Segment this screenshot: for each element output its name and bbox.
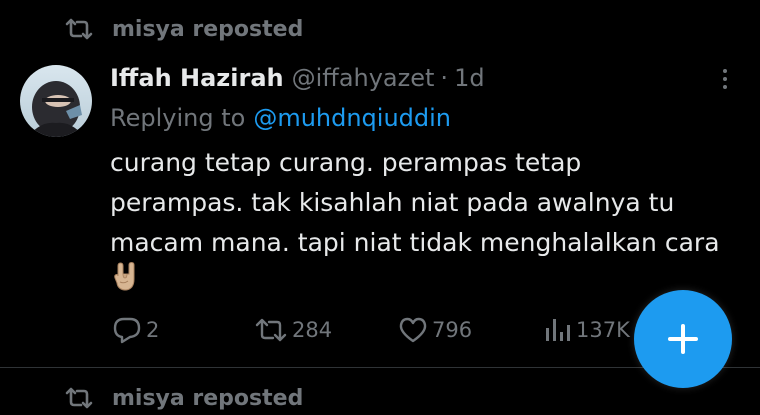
repost-header-text[interactable]: misya reposted [112, 17, 303, 42]
plus-icon [668, 324, 698, 354]
tweet-text-line: macam mana. tapi niat tidak menghalalkan… [110, 228, 720, 257]
repost-count: 284 [292, 318, 333, 342]
analytics-icon [546, 319, 570, 341]
repost-icon [255, 318, 287, 342]
replying-to-label: Replying to [110, 104, 246, 132]
tweet-text: curang tetap curang. perampas tetap pera… [110, 143, 730, 263]
tweet-header: Iffah Hazirah @iffahyazet · 1d [110, 60, 485, 96]
avatar[interactable] [20, 65, 92, 137]
heart-icon [399, 317, 427, 343]
repost-icon [64, 387, 94, 409]
display-name[interactable]: Iffah Hazirah [110, 64, 284, 92]
repost-header-top: misya reposted [64, 14, 303, 44]
user-handle[interactable]: @iffahyazet [292, 64, 435, 92]
tweet-text-line: perampas. tak kisahlah niat pada awalnya… [110, 188, 675, 217]
repost-icon [64, 18, 94, 40]
repost-header-text[interactable]: misya reposted [112, 386, 303, 411]
reply-icon [113, 317, 141, 344]
replying-to-mention[interactable]: @muhdnqiuddin [253, 104, 451, 132]
separator-dot: · [440, 64, 449, 92]
tweet-text-line: curang tetap curang. perampas tetap [110, 148, 582, 177]
compose-button[interactable] [634, 290, 732, 388]
views-button[interactable]: 137K [542, 312, 630, 348]
more-icon[interactable] [716, 64, 734, 94]
repost-button[interactable]: 284 [254, 312, 332, 348]
reply-count: 2 [146, 318, 160, 342]
repost-header-bottom: misya reposted [64, 383, 303, 413]
like-button[interactable]: 796 [398, 312, 472, 348]
reply-button[interactable]: 2 [112, 312, 159, 348]
timestamp[interactable]: 1d [454, 64, 485, 92]
replying-to: Replying to @muhdnqiuddin [110, 100, 451, 136]
like-count: 796 [432, 318, 473, 342]
views-count: 137K [576, 318, 630, 342]
sign-of-horns-emoji [112, 261, 140, 292]
